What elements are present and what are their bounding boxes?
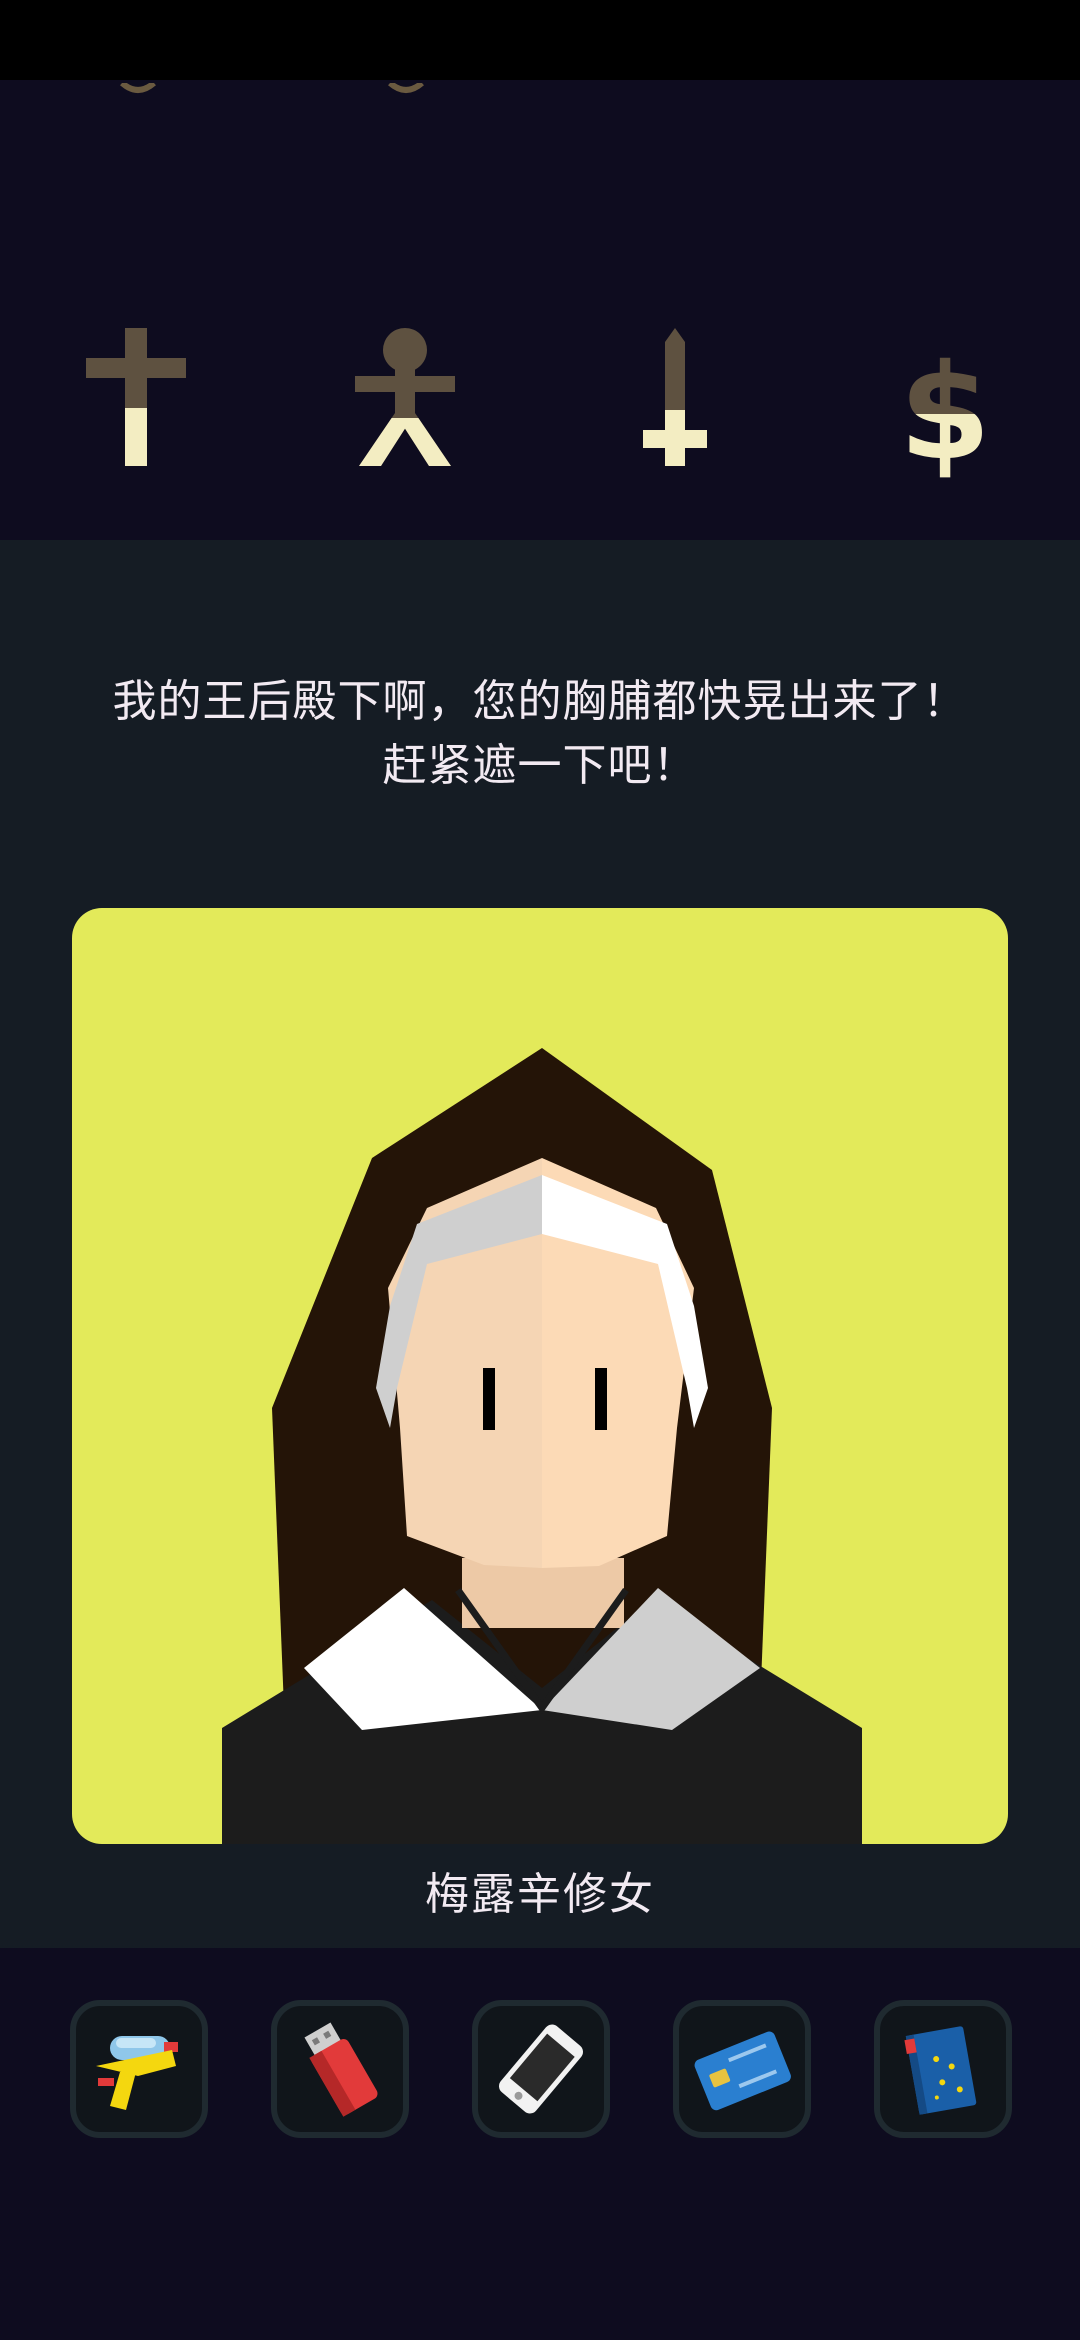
item-slot-passport[interactable] xyxy=(874,2000,1012,2138)
stats-panel: $ xyxy=(0,80,1080,540)
dialog-line: 赶紧遮一下吧！ xyxy=(382,740,698,791)
usb-drive-icon xyxy=(304,2022,378,2117)
items-bar xyxy=(0,1948,1080,2340)
dollar-icon: $ xyxy=(855,298,1035,538)
scrolled-partial-icon xyxy=(118,80,158,93)
sword-icon xyxy=(585,298,765,538)
item-slot-credit-card[interactable] xyxy=(673,2000,811,2138)
item-slot-usb-drive[interactable] xyxy=(271,2000,409,2138)
cross-icon xyxy=(48,298,228,538)
person-icon xyxy=(315,298,495,538)
passport-book-icon xyxy=(904,2026,977,2115)
water-gun-icon xyxy=(96,2036,178,2110)
scrolled-partial-icon xyxy=(386,80,426,93)
item-slot-water-gun[interactable] xyxy=(70,2000,208,2138)
item-slot-smartphone[interactable] xyxy=(472,2000,610,2138)
card-panel: 我的王后殿下啊，您的胸脯都快晃出来了！ 赶紧遮一下吧！ 梅露辛修女 xyxy=(0,540,1080,1948)
character-card[interactable] xyxy=(72,908,1008,1844)
credit-card-icon xyxy=(694,2031,791,2111)
character-name: 梅露辛修女 xyxy=(425,1869,655,1920)
character-portrait xyxy=(222,1048,862,1844)
smartphone-icon xyxy=(499,2024,583,2114)
dialog-text: 我的王后殿下啊，您的胸脯都快晃出来了！ 赶紧遮一下吧！ xyxy=(60,670,1020,798)
dialog-line: 我的王后殿下啊，您的胸脯都快晃出来了！ xyxy=(112,676,968,727)
status-bar xyxy=(0,0,1080,80)
